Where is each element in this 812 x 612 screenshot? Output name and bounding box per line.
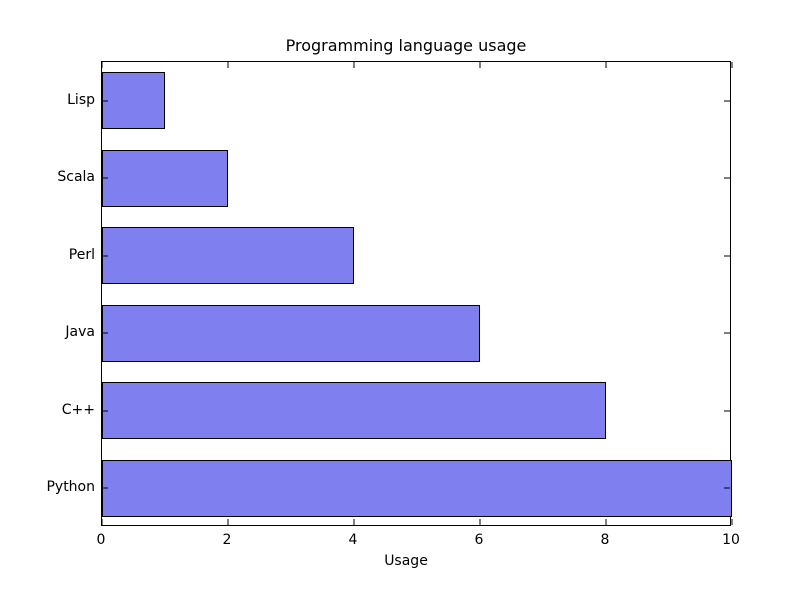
y-tick-label: Scala bbox=[10, 169, 95, 185]
x-tick-label: 6 bbox=[459, 532, 499, 548]
chart-figure: Programming language usage Usage Python C… bbox=[0, 0, 812, 612]
chart-title: Programming language usage bbox=[0, 36, 812, 55]
bar-c- bbox=[102, 382, 606, 439]
y-tick-label: C++ bbox=[10, 402, 95, 418]
y-tick-label: Python bbox=[10, 479, 95, 495]
x-tick-label: 0 bbox=[81, 532, 121, 548]
x-tick-label: 4 bbox=[333, 532, 373, 548]
x-tick-label: 8 bbox=[585, 532, 625, 548]
bar-python bbox=[102, 460, 732, 517]
y-tick-label: Lisp bbox=[10, 92, 95, 108]
bar-lisp bbox=[102, 72, 165, 129]
bar-perl bbox=[102, 227, 354, 284]
y-tick-label: Perl bbox=[10, 247, 95, 263]
chart-axes bbox=[101, 61, 731, 526]
x-axis-label: Usage bbox=[0, 553, 812, 569]
y-tick-label: Java bbox=[10, 324, 95, 340]
bar-scala bbox=[102, 150, 228, 207]
x-tick-label: 10 bbox=[711, 532, 751, 548]
bar-java bbox=[102, 305, 480, 362]
x-tick-label: 2 bbox=[207, 532, 247, 548]
